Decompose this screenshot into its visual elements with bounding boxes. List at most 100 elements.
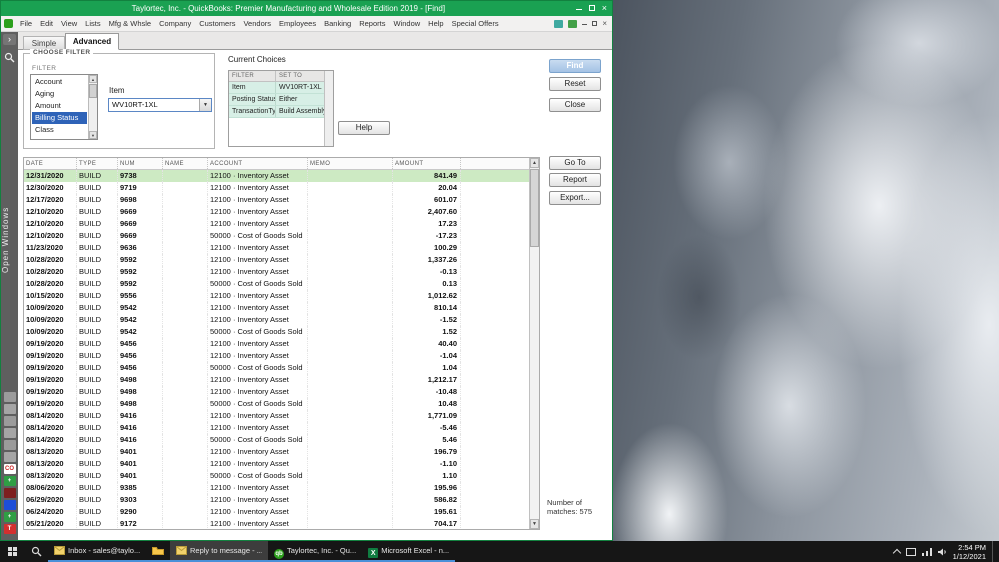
taskbar-file-explorer[interactable] bbox=[146, 541, 170, 562]
current-choices-row[interactable]: Posting Status Either bbox=[229, 94, 324, 106]
result-row[interactable]: 06/24/2020 BUILD 9290 12100 · Inventory Ass… bbox=[24, 506, 529, 518]
menu-view[interactable]: View bbox=[57, 16, 81, 31]
app-icon-1[interactable] bbox=[3, 392, 16, 402]
taskbar-excel[interactable]: X Microsoft Excel - n... bbox=[362, 541, 456, 562]
result-row[interactable]: 10/15/2020 BUILD 9556 12100 · Inventory Ass… bbox=[24, 290, 529, 302]
results-col-num[interactable]: NUM bbox=[118, 158, 163, 169]
result-row[interactable]: 10/28/2020 BUILD 9592 50000 · Cost of Goods… bbox=[24, 278, 529, 290]
menu-help[interactable]: Help bbox=[424, 16, 447, 31]
clock[interactable]: 2:54 PM 1/12/2021 bbox=[953, 543, 986, 561]
tab-simple[interactable]: Simple bbox=[23, 36, 65, 50]
app-icon-3[interactable] bbox=[3, 416, 16, 426]
taskbar-outlook-reply[interactable]: Reply to message - ... bbox=[170, 541, 268, 562]
results-col-amount[interactable]: AMOUNT bbox=[393, 158, 461, 169]
result-row[interactable]: 10/09/2020 BUILD 9542 12100 · Inventory Ass… bbox=[24, 302, 529, 314]
tab-advanced[interactable]: Advanced bbox=[65, 33, 119, 50]
menu-window[interactable]: Window bbox=[389, 16, 424, 31]
filter-option-aging[interactable]: Aging bbox=[32, 88, 87, 100]
start-button[interactable] bbox=[0, 541, 24, 562]
result-row[interactable]: 09/19/2020 BUILD 9498 50000 · Cost of Goods… bbox=[24, 398, 529, 410]
result-row[interactable]: 05/21/2020 BUILD 9172 12100 · Inventory Ass… bbox=[24, 518, 529, 529]
result-row[interactable]: 09/19/2020 BUILD 9498 12100 · Inventory Ass… bbox=[24, 386, 529, 398]
result-row[interactable]: 12/17/2020 BUILD 9698 12100 · Inventory Ass… bbox=[24, 194, 529, 206]
menu-reports[interactable]: Reports bbox=[355, 16, 389, 31]
menu-lists[interactable]: Lists bbox=[81, 16, 104, 31]
app-icon-2[interactable] bbox=[3, 404, 16, 414]
filter-option-class[interactable]: Class bbox=[32, 124, 87, 136]
scroll-up-icon[interactable]: ▲ bbox=[530, 158, 539, 168]
search-icon[interactable] bbox=[4, 50, 15, 63]
report-button[interactable]: Report bbox=[549, 173, 601, 187]
minimize-icon[interactable] bbox=[575, 4, 582, 13]
expand-chevron-icon[interactable]: › bbox=[3, 34, 16, 45]
mdi-restore-icon[interactable] bbox=[592, 20, 598, 28]
menubar-teal-icon[interactable] bbox=[554, 19, 564, 28]
current-choices-row[interactable]: Item WV10RT-1XL bbox=[229, 82, 324, 94]
result-row[interactable]: 09/19/2020 BUILD 9456 12100 · Inventory Ass… bbox=[24, 350, 529, 362]
go-to-button[interactable]: Go To bbox=[549, 156, 601, 170]
results-col-memo[interactable]: MEMO bbox=[308, 158, 393, 169]
result-row[interactable]: 08/13/2020 BUILD 9401 50000 · Cost of Goods… bbox=[24, 470, 529, 482]
filter-option-billing-status[interactable]: Billing Status bbox=[32, 112, 87, 124]
results-col-account[interactable]: ACCOUNT bbox=[208, 158, 308, 169]
maximize-icon[interactable] bbox=[588, 4, 595, 13]
mdi-close-icon[interactable]: × bbox=[602, 19, 607, 28]
maroon-app-icon[interactable] bbox=[3, 488, 16, 498]
green-plus-icon-1[interactable]: + bbox=[3, 476, 16, 486]
speaker-icon[interactable] bbox=[937, 548, 947, 556]
combobox-dropdown-icon[interactable]: ▼ bbox=[199, 99, 211, 111]
result-row[interactable]: 10/09/2020 BUILD 9542 12100 · Inventory Ass… bbox=[24, 314, 529, 326]
network-icon[interactable] bbox=[921, 547, 932, 556]
menubar-notification-icon[interactable] bbox=[568, 19, 578, 28]
filter-option-account[interactable]: Account bbox=[32, 76, 87, 88]
app-icon-5[interactable] bbox=[3, 440, 16, 450]
open-windows-label[interactable]: Open Windows bbox=[1, 190, 18, 290]
scroll-thumb[interactable] bbox=[530, 169, 539, 247]
scroll-thumb[interactable] bbox=[89, 84, 97, 98]
result-row[interactable]: 12/10/2020 BUILD 9669 50000 · Cost of Goods… bbox=[24, 230, 529, 242]
taskbar-search-icon[interactable] bbox=[24, 541, 48, 562]
filter-option-amount[interactable]: Amount bbox=[32, 100, 87, 112]
menu-employees[interactable]: Employees bbox=[275, 16, 320, 31]
result-row[interactable]: 08/13/2020 BUILD 9401 12100 · Inventory Ass… bbox=[24, 446, 529, 458]
results-col-date[interactable]: DATE bbox=[24, 158, 77, 169]
scroll-down-icon[interactable]: ▼ bbox=[89, 131, 97, 139]
results-col-name[interactable]: NAME bbox=[163, 158, 208, 169]
app-icon-4[interactable] bbox=[3, 428, 16, 438]
result-row[interactable]: 08/13/2020 BUILD 9401 12100 · Inventory Ass… bbox=[24, 458, 529, 470]
result-row[interactable]: 10/28/2020 BUILD 9592 12100 · Inventory Ass… bbox=[24, 254, 529, 266]
results-scrollbar[interactable]: ▲ ▼ bbox=[529, 158, 539, 529]
menu-file[interactable]: File bbox=[16, 16, 36, 31]
reset-button[interactable]: Reset bbox=[549, 77, 601, 91]
result-row[interactable]: 12/30/2020 BUILD 9719 12100 · Inventory Ass… bbox=[24, 182, 529, 194]
current-choices-row[interactable]: TransactionTypeBuild Assembly bbox=[229, 106, 324, 118]
result-row[interactable]: 08/14/2020 BUILD 9416 50000 · Cost of Goods… bbox=[24, 434, 529, 446]
menu-special-offers[interactable]: Special Offers bbox=[448, 16, 503, 31]
mdi-minimize-icon[interactable] bbox=[582, 20, 588, 28]
menu-banking[interactable]: Banking bbox=[320, 16, 355, 31]
export-button[interactable]: Export... bbox=[549, 191, 601, 205]
result-row[interactable]: 08/14/2020 BUILD 9416 12100 · Inventory Ass… bbox=[24, 422, 529, 434]
filter-listbox[interactable]: Account Aging Amount Billing Status Class ▲ … bbox=[30, 74, 98, 140]
show-desktop-button[interactable] bbox=[992, 541, 996, 562]
green-plus-icon-2[interactable]: + bbox=[3, 512, 16, 522]
taskbar-outlook-inbox[interactable]: Inbox - sales@taylo... bbox=[48, 541, 146, 562]
tray-overflow-chevron-icon[interactable] bbox=[892, 548, 901, 558]
filter-list-scrollbar[interactable]: ▲ ▼ bbox=[88, 75, 97, 139]
result-row[interactable]: 08/06/2020 BUILD 9385 12100 · Inventory Ass… bbox=[24, 482, 529, 494]
result-row[interactable]: 09/19/2020 BUILD 9456 50000 · Cost of Goods… bbox=[24, 362, 529, 374]
menu-company[interactable]: Company bbox=[155, 16, 195, 31]
result-row[interactable]: 08/14/2020 BUILD 9416 12100 · Inventory Ass… bbox=[24, 410, 529, 422]
scroll-up-icon[interactable]: ▲ bbox=[89, 75, 97, 83]
co-app-icon[interactable]: CO bbox=[3, 464, 16, 474]
result-row[interactable]: 12/31/2020 BUILD 9738 12100 · Inventory Ass… bbox=[24, 170, 529, 182]
result-row[interactable]: 09/19/2020 BUILD 9498 12100 · Inventory Ass… bbox=[24, 374, 529, 386]
result-row[interactable]: 10/28/2020 BUILD 9592 12100 · Inventory Ass… bbox=[24, 266, 529, 278]
result-row[interactable]: 10/09/2020 BUILD 9542 50000 · Cost of Goods… bbox=[24, 326, 529, 338]
help-button[interactable]: Help bbox=[338, 121, 390, 135]
blue-app-icon[interactable] bbox=[3, 500, 16, 510]
app-icon-6[interactable] bbox=[3, 452, 16, 462]
red-t-icon[interactable]: T bbox=[3, 524, 16, 534]
result-row[interactable]: 09/19/2020 BUILD 9456 12100 · Inventory Ass… bbox=[24, 338, 529, 350]
results-col-type[interactable]: TYPE bbox=[77, 158, 118, 169]
